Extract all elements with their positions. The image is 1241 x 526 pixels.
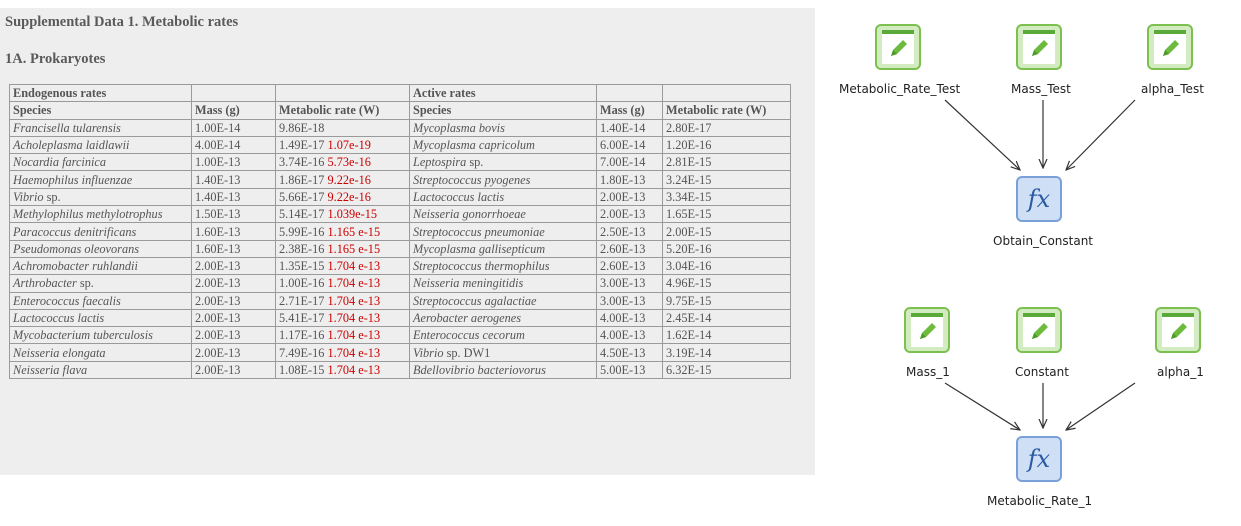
node-alpha-1[interactable]: [1147, 303, 1207, 363]
function-icon: fx: [1016, 176, 1062, 222]
node-label: Obtain_Constant: [993, 234, 1094, 248]
node-constant[interactable]: [1008, 303, 1068, 363]
node-obtain-constant[interactable]: fx: [1008, 172, 1068, 232]
node-label: Metabolic_Rate_Test: [839, 82, 961, 96]
function-icon: fx: [1016, 436, 1062, 482]
node-metabolic-rate-test[interactable]: [867, 20, 927, 80]
node-label: Mass_Test: [1011, 82, 1071, 96]
node-label: Mass_1: [906, 365, 950, 379]
connector-arrow: [944, 99, 1020, 170]
node-mass-test[interactable]: [1008, 20, 1068, 80]
connector-arrow: [944, 382, 1020, 430]
node-metabolic-rate-1[interactable]: fx: [1008, 432, 1068, 492]
node-mass-1[interactable]: [896, 303, 956, 363]
pencil-edit-icon: [891, 40, 907, 56]
connector-arrow: [1066, 99, 1136, 170]
node-label: alpha_Test: [1141, 82, 1204, 96]
pencil-edit-icon: [1171, 323, 1187, 339]
node-label: Metabolic_Rate_1: [987, 494, 1093, 508]
connector-arrow: [1066, 382, 1136, 430]
pencil-edit-icon: [1163, 40, 1179, 56]
pencil-edit-icon: [1032, 40, 1048, 56]
pencil-edit-icon: [1032, 323, 1048, 339]
node-label: Constant: [1015, 365, 1069, 379]
node-alpha-test[interactable]: [1139, 20, 1199, 80]
node-label: alpha_1: [1157, 365, 1204, 379]
pencil-edit-icon: [920, 323, 936, 339]
